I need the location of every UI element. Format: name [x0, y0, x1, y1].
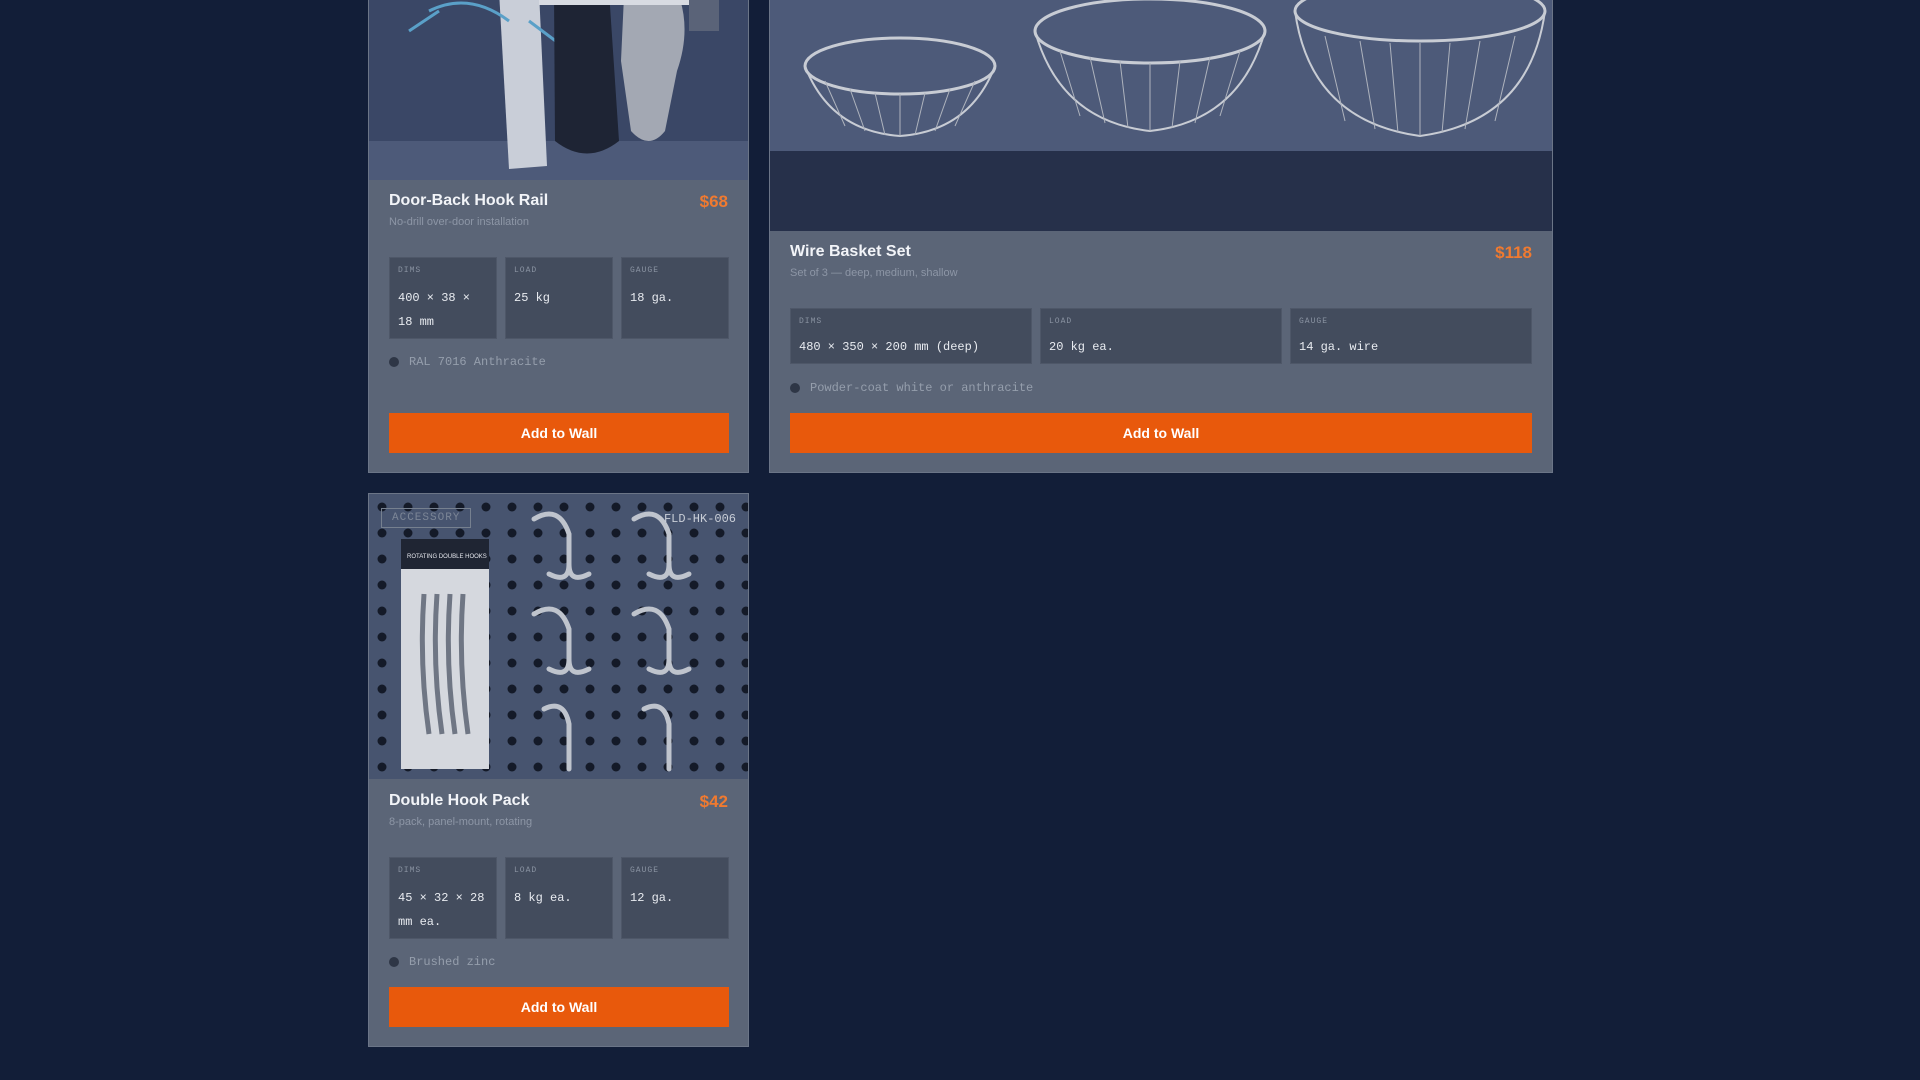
product-image [770, 0, 1552, 231]
hook-rail-photo [369, 0, 748, 180]
spec-label: DIMS [799, 317, 823, 326]
product-title: Wire Basket Set [790, 243, 911, 260]
product-subtitle: Set of 3 — deep, medium, shallow [790, 267, 958, 279]
product-image: ROTATING DOUBLE HOOKS ACCESSORY FLD-HK-0… [369, 494, 748, 779]
product-card-double-hook: ROTATING DOUBLE HOOKS ACCESSORY FLD-HK-0… [368, 493, 749, 1047]
finish-label: Brushed zinc [409, 955, 496, 969]
spec-label: DIMS [398, 866, 422, 875]
spec-gauge: GAUGE 12 ga. [621, 857, 729, 939]
product-title: Double Hook Pack [389, 792, 530, 809]
spec-value: 14 ga. wire [1299, 340, 1379, 354]
spec-label: GAUGE [630, 266, 660, 275]
add-to-wall-button[interactable]: Add to Wall [790, 413, 1532, 453]
category-badge: ACCESSORY [381, 508, 472, 528]
spec-label: GAUGE [1299, 317, 1329, 326]
hook-pack-photo: ROTATING DOUBLE HOOKS [369, 494, 748, 779]
spec-dims: DIMS 400 × 38 × 18 mm [389, 257, 497, 339]
product-subtitle: No-drill over-door installation [389, 216, 530, 228]
finish-swatch [790, 383, 800, 393]
spec-label: LOAD [1049, 317, 1073, 326]
spec-gauge: GAUGE 18 ga. [621, 257, 729, 339]
spec-label: GAUGE [630, 866, 660, 875]
spec-label: LOAD [514, 266, 538, 275]
spec-dims: DIMS 45 × 32 × 28 mm ea. [389, 857, 497, 939]
spec-value: 8 kg ea. [514, 891, 572, 905]
product-price: $68 [699, 192, 728, 211]
product-price: $118 [1495, 243, 1532, 262]
spec-label: LOAD [514, 866, 538, 875]
product-price: $42 [699, 792, 728, 811]
spec-value: 12 ga. [630, 891, 674, 905]
package-label: ROTATING DOUBLE HOOKS [407, 554, 487, 560]
add-to-wall-button[interactable]: Add to Wall [389, 987, 729, 1027]
spec-value: 18 ga. [630, 291, 674, 305]
spec-load: LOAD 8 kg ea. [505, 857, 613, 939]
finish-label: RAL 7016 Anthracite [409, 355, 546, 369]
spec-value: 25 kg [514, 291, 551, 305]
finish-swatch [389, 957, 399, 967]
product-card-wire-basket: Wire Basket Set Set of 3 — deep, medium,… [769, 0, 1553, 473]
finish-label: Powder-coat white or anthracite [810, 381, 1034, 395]
spec-label: DIMS [398, 266, 422, 275]
sku-label: FLD-HK-006 [663, 512, 736, 526]
spec-value: 400 × 38 × 18 mm [398, 291, 471, 329]
spec-load: LOAD 20 kg ea. [1040, 308, 1282, 364]
add-to-wall-button[interactable]: Add to Wall [389, 413, 729, 453]
product-card-hook-rail: Door-Back Hook Rail No-drill over-door i… [368, 0, 749, 473]
product-title: Door-Back Hook Rail [389, 192, 549, 209]
spec-value: 20 kg ea. [1049, 340, 1114, 354]
product-image [369, 0, 748, 180]
spec-value: 45 × 32 × 28 mm ea. [398, 891, 485, 929]
spec-load: LOAD 25 kg [505, 257, 613, 339]
product-subtitle: 8-pack, panel-mount, rotating [389, 816, 533, 828]
spec-gauge: GAUGE 14 ga. wire [1290, 308, 1532, 364]
spec-dims: DIMS 480 × 350 × 200 mm (deep) [790, 308, 1032, 364]
wire-basket-photo [770, 0, 1552, 231]
finish-swatch [389, 357, 399, 367]
spec-value: 480 × 350 × 200 mm (deep) [799, 340, 980, 354]
